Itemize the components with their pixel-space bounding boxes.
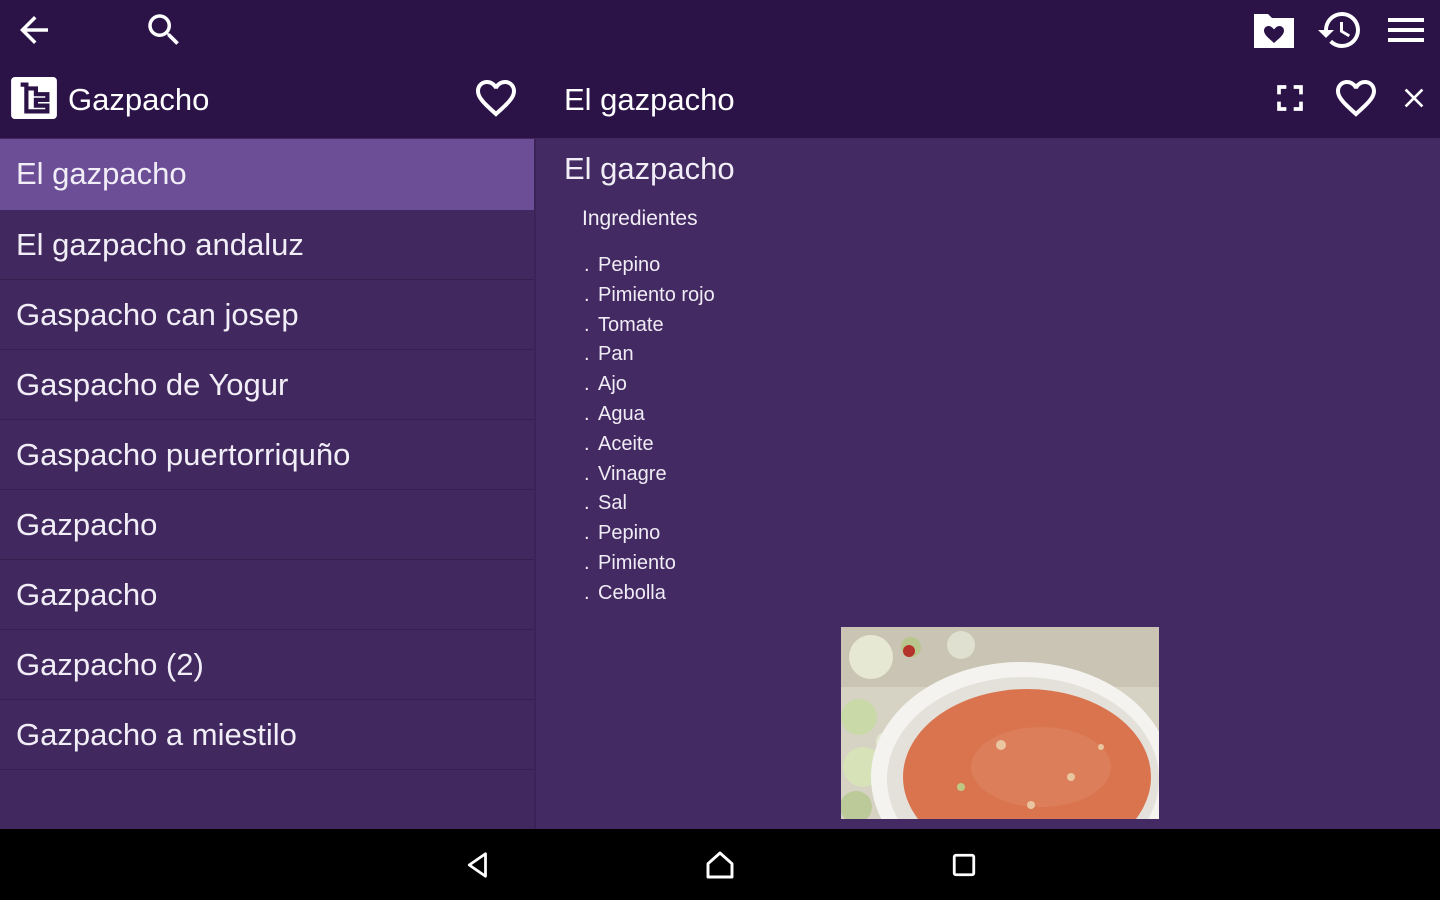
ingredient-label: Cebolla bbox=[598, 581, 666, 604]
list-item-label: El gazpacho bbox=[16, 156, 187, 191]
article-title: El gazpacho bbox=[564, 82, 735, 117]
bullet: . bbox=[584, 343, 590, 366]
search-icon[interactable] bbox=[140, 6, 188, 54]
bullet: . bbox=[584, 313, 590, 336]
system-navigation-bar bbox=[0, 829, 1440, 900]
ingredient-label: Vinagre bbox=[598, 462, 667, 485]
ingredient-label: Pimiento rojo bbox=[598, 283, 715, 306]
article-content[interactable]: El gazpacho Ingredientes . Pepino . Pimien… bbox=[536, 139, 1440, 829]
ingredient-item: . Vinagre bbox=[584, 460, 715, 490]
bullet: . bbox=[584, 283, 590, 306]
favorites-folder-icon[interactable] bbox=[1250, 6, 1298, 54]
ingredients-list: . Pepino . Pimiento rojo . Tomate . Pan . Ajo… bbox=[584, 251, 715, 609]
ingredient-item: . Pan bbox=[584, 340, 715, 370]
ingredient-item: . Tomate bbox=[584, 311, 715, 341]
recipe-list: El gazpacho El gazpacho andaluz Gaspacho… bbox=[0, 139, 534, 829]
back-arrow-icon[interactable] bbox=[10, 6, 58, 54]
ingredient-item: . Sal bbox=[584, 489, 715, 519]
list-item-label: Gaspacho can josep bbox=[16, 296, 299, 332]
list-item-label: Gazpacho bbox=[16, 576, 158, 612]
ingredient-label: Sal bbox=[598, 492, 627, 515]
list-item[interactable]: El gazpacho bbox=[0, 139, 534, 210]
gazpacho-photo bbox=[841, 627, 1159, 819]
ingredient-label: Ajo bbox=[598, 373, 627, 396]
ingredient-label: Pan bbox=[598, 343, 634, 366]
nav-back-icon[interactable] bbox=[454, 841, 502, 889]
bullet: . bbox=[584, 551, 590, 574]
ingredient-item: . Aceite bbox=[584, 430, 715, 460]
list-item[interactable]: El gazpacho andaluz bbox=[0, 210, 534, 280]
history-icon[interactable] bbox=[1316, 6, 1364, 54]
app-toolbar: Gazpacho El gazpacho bbox=[0, 0, 1440, 138]
list-item[interactable]: Gazpacho bbox=[0, 490, 534, 560]
bullet: . bbox=[584, 581, 590, 604]
bullet: . bbox=[584, 522, 590, 545]
list-item-label: El gazpacho andaluz bbox=[16, 226, 304, 262]
list-item[interactable]: Gaspacho can josep bbox=[0, 280, 534, 350]
ingredient-label: Aceite bbox=[598, 432, 654, 455]
list-item[interactable]: Gazpacho a miestilo bbox=[0, 700, 534, 770]
list-item[interactable]: Gazpacho (2) bbox=[0, 630, 534, 700]
ingredient-label: Tomate bbox=[598, 313, 664, 336]
menu-icon[interactable] bbox=[1382, 6, 1430, 54]
bullet: . bbox=[584, 492, 590, 515]
nav-home-icon[interactable] bbox=[696, 841, 744, 889]
ingredient-item: . Pimiento bbox=[584, 549, 715, 579]
ingredient-item: . Ajo bbox=[584, 370, 715, 400]
fullscreen-icon[interactable] bbox=[1266, 74, 1314, 122]
ingredient-label: Pimiento bbox=[598, 551, 676, 574]
bullet: . bbox=[584, 432, 590, 455]
list-item-label: Gazpacho bbox=[16, 506, 158, 542]
ingredient-label: Agua bbox=[598, 402, 645, 425]
ingredients-title: Ingredientes bbox=[582, 207, 698, 230]
list-item[interactable]: Gaspacho de Yogur bbox=[0, 350, 534, 420]
list-item[interactable]: Gaspacho puertorriquño bbox=[0, 420, 534, 490]
list-item-label: Gazpacho (2) bbox=[16, 646, 204, 682]
bullet: . bbox=[584, 373, 590, 396]
list-item-label: Gaspacho de Yogur bbox=[16, 366, 289, 402]
article-heading: El gazpacho bbox=[564, 151, 735, 186]
ingredient-item: . Pimiento rojo bbox=[584, 281, 715, 311]
heart-outline-icon[interactable] bbox=[1332, 74, 1380, 122]
ingredient-item: . Agua bbox=[584, 400, 715, 430]
category-tree-icon[interactable] bbox=[10, 74, 58, 122]
ingredient-label: Pepino bbox=[598, 522, 661, 545]
nav-recents-icon[interactable] bbox=[940, 841, 988, 889]
bullet: . bbox=[584, 462, 590, 485]
list-item-label: Gazpacho a miestilo bbox=[16, 716, 297, 752]
list-item[interactable]: Gazpacho bbox=[0, 560, 534, 630]
close-icon[interactable] bbox=[1390, 74, 1438, 122]
bullet: . bbox=[584, 254, 590, 276]
heart-outline-icon[interactable] bbox=[472, 74, 520, 122]
ingredient-item: . Pepino bbox=[584, 251, 715, 281]
list-item-label: Gaspacho puertorriquño bbox=[16, 436, 351, 472]
category-title: Gazpacho bbox=[68, 82, 210, 117]
ingredient-item: . Cebolla bbox=[584, 579, 715, 609]
bullet: . bbox=[584, 402, 590, 425]
ingredient-item: . Pepino bbox=[584, 519, 715, 549]
ingredient-label: Pepino bbox=[598, 254, 661, 276]
